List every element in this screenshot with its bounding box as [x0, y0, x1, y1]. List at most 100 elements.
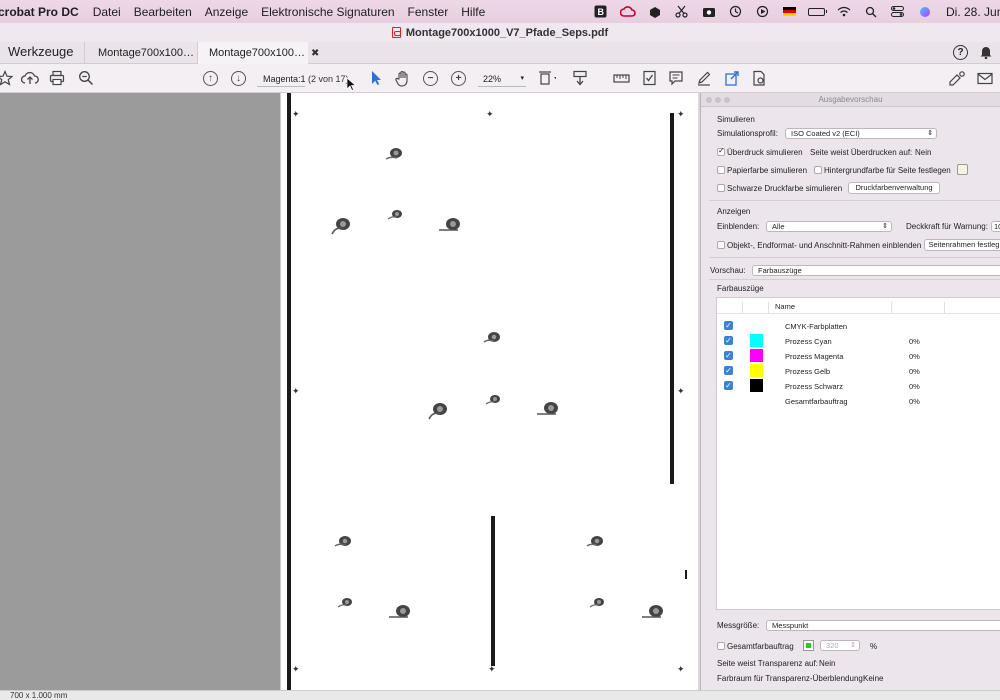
plate-checkbox[interactable]: ✓ — [724, 351, 733, 360]
bg-color-swatch[interactable] — [957, 164, 968, 175]
panel-title-bar[interactable]: Ausgabevorschau — [701, 93, 1000, 107]
scissors-icon[interactable] — [668, 0, 695, 23]
zoom-level-select[interactable]: 22% ▾ — [478, 71, 526, 87]
help-icon[interactable]: ? — [953, 45, 968, 60]
creative-cloud-icon[interactable] — [614, 0, 641, 23]
cloud-upload-icon[interactable] — [21, 69, 39, 87]
plate-checkbox[interactable]: ✓ — [724, 336, 733, 345]
page-boxes-button[interactable]: Seitenrahmen festleg — [924, 239, 1000, 251]
tab-document-1[interactable]: Montage700x100… — [84, 42, 198, 64]
snail-graphic — [385, 148, 402, 160]
show-select[interactable]: Alle ⇕ — [766, 221, 892, 232]
black-ink-checkbox[interactable] — [717, 184, 725, 192]
plate-row-cyan[interactable]: ✓ Prozess Cyan 0% — [717, 333, 1000, 348]
plate-checkbox[interactable]: ✓ — [724, 366, 733, 375]
plate-row-magenta[interactable]: ✓ Prozess Magenta 0% — [717, 348, 1000, 363]
menu-bearbeiten[interactable]: Bearbeiten — [134, 5, 192, 19]
column-divider — [891, 302, 892, 314]
app-name-menu[interactable]: crobat Pro DC — [0, 5, 79, 19]
pdf-page-canvas[interactable]: ✦ ✦ ✦ ✦ ✦ ✦ ✦ ✦ — [280, 93, 698, 690]
zoom-search-icon[interactable] — [77, 69, 95, 87]
window-title: Montage700x1000_V7_Pfade_Seps.pdf — [405, 26, 609, 39]
plate-row-total[interactable]: Gesamtfarbauftrag 0% — [717, 393, 1000, 408]
page-fit-icon[interactable] — [538, 69, 556, 87]
menu-elektronische-signaturen[interactable]: Elektronische Signaturen — [261, 5, 394, 19]
hand-tool-icon[interactable] — [394, 69, 412, 87]
zoom-value: 22% — [483, 74, 502, 84]
show-boxes-checkbox[interactable] — [717, 241, 725, 249]
flag-de-icon[interactable] — [776, 0, 803, 23]
page-overprint-label: Seite weist Überdrucken auf: — [810, 148, 913, 157]
warning-opacity-input[interactable]: 10 — [991, 221, 1000, 232]
edit-pdf-icon[interactable] — [750, 69, 768, 87]
plate-row-black[interactable]: ✓ Prozess Schwarz 0% — [717, 378, 1000, 393]
plate-value: 0% — [909, 367, 920, 376]
tab-tools[interactable]: Werkzeuge — [8, 44, 74, 59]
menu-datei[interactable]: Datei — [93, 5, 121, 19]
close-tab-icon[interactable]: ✖ — [311, 48, 319, 59]
control-center-icon[interactable] — [884, 0, 911, 23]
close-window-button[interactable] — [706, 97, 712, 103]
siri-icon[interactable] — [911, 0, 938, 23]
ink-manager-button[interactable]: Druckfarbenverwaltung — [848, 182, 940, 194]
highlight-pen-icon[interactable] — [695, 69, 713, 87]
total-coverage-select[interactable]: 320 ⇕ — [820, 640, 860, 651]
tab-document-2-active[interactable]: Montage700x100… ✖ — [198, 42, 319, 64]
warning-opacity-label: Deckkraft für Warnung: — [906, 222, 988, 231]
wifi-icon[interactable] — [830, 0, 857, 23]
email-envelope-icon[interactable] — [976, 69, 994, 87]
zoom-window-button[interactable] — [724, 97, 730, 103]
measure-ruler-icon[interactable] — [612, 69, 630, 87]
menu-anzeige[interactable]: Anzeige — [205, 5, 248, 19]
total-coverage-checkbox[interactable] — [717, 642, 725, 650]
plate-checkbox[interactable]: ✓ — [724, 381, 733, 390]
battery-icon[interactable] — [803, 0, 830, 23]
bookmark-b-icon[interactable]: B — [587, 0, 614, 23]
column-header-name[interactable]: Name — [775, 302, 795, 311]
comment-icon[interactable] — [667, 69, 685, 87]
dropbox-icon[interactable] — [641, 0, 668, 23]
bg-color-label: Hintergrundfarbe für Seite festlegen — [824, 166, 951, 175]
spotlight-icon[interactable] — [857, 0, 884, 23]
clock-datetime[interactable]: Di. 28. Juni 1 — [946, 5, 1000, 19]
simulate-heading: Simulieren — [717, 115, 755, 124]
plate-row-cmyk[interactable]: ✓ CMYK-Farbplatten — [717, 318, 1000, 333]
divider — [709, 279, 1000, 280]
print-icon[interactable] — [48, 69, 66, 87]
coverage-color-swatch[interactable] — [803, 640, 814, 651]
minimize-window-button[interactable] — [715, 97, 721, 103]
snail-graphic — [483, 332, 500, 343]
previous-page-icon[interactable]: ↑ — [203, 71, 218, 86]
page-number-input[interactable]: Magenta:1 — [257, 71, 306, 87]
snail-graphic — [537, 402, 558, 415]
vertical-bar-left — [287, 93, 291, 690]
tab-bar: Werkzeuge Montage700x100… Montage700x100… — [0, 42, 1000, 64]
next-page-icon[interactable]: ↓ — [231, 71, 246, 86]
simulation-profile-select[interactable]: ISO Coated v2 (ECI) ⇕ — [785, 128, 937, 139]
export-pdf-icon[interactable] — [723, 69, 741, 87]
sample-size-select[interactable]: Messpunkt — [766, 620, 1000, 631]
fill-sign-icon[interactable] — [640, 69, 658, 87]
notification-bell-icon[interactable] — [980, 45, 992, 62]
menu-hilfe[interactable]: Hilfe — [461, 5, 485, 19]
sign-link-icon[interactable] — [948, 69, 966, 87]
bg-color-checkbox[interactable] — [814, 166, 822, 174]
select-arrow-tool-icon[interactable] — [367, 69, 385, 87]
zoom-out-icon[interactable]: − — [423, 71, 438, 86]
paper-color-checkbox[interactable] — [717, 166, 725, 174]
overprint-checkbox[interactable] — [717, 146, 725, 156]
snail-graphic — [331, 218, 350, 235]
plate-name: Gesamtfarbauftrag — [785, 397, 848, 406]
plate-row-yellow[interactable]: ✓ Prozess Gelb 0% — [717, 363, 1000, 378]
preview-select[interactable]: Farbauszüge — [752, 265, 1000, 276]
screenshot-icon[interactable] — [695, 0, 722, 23]
menu-fenster[interactable]: Fenster — [408, 5, 449, 19]
preview-label: Vorschau: — [710, 266, 746, 275]
divider — [709, 257, 1000, 258]
zoom-in-icon[interactable]: + — [451, 71, 466, 86]
star-bookmark-icon[interactable] — [0, 69, 14, 87]
plate-checkbox[interactable]: ✓ — [724, 321, 733, 330]
scroll-mode-icon[interactable] — [571, 69, 589, 87]
time-machine-icon[interactable] — [722, 0, 749, 23]
play-icon[interactable] — [749, 0, 776, 23]
